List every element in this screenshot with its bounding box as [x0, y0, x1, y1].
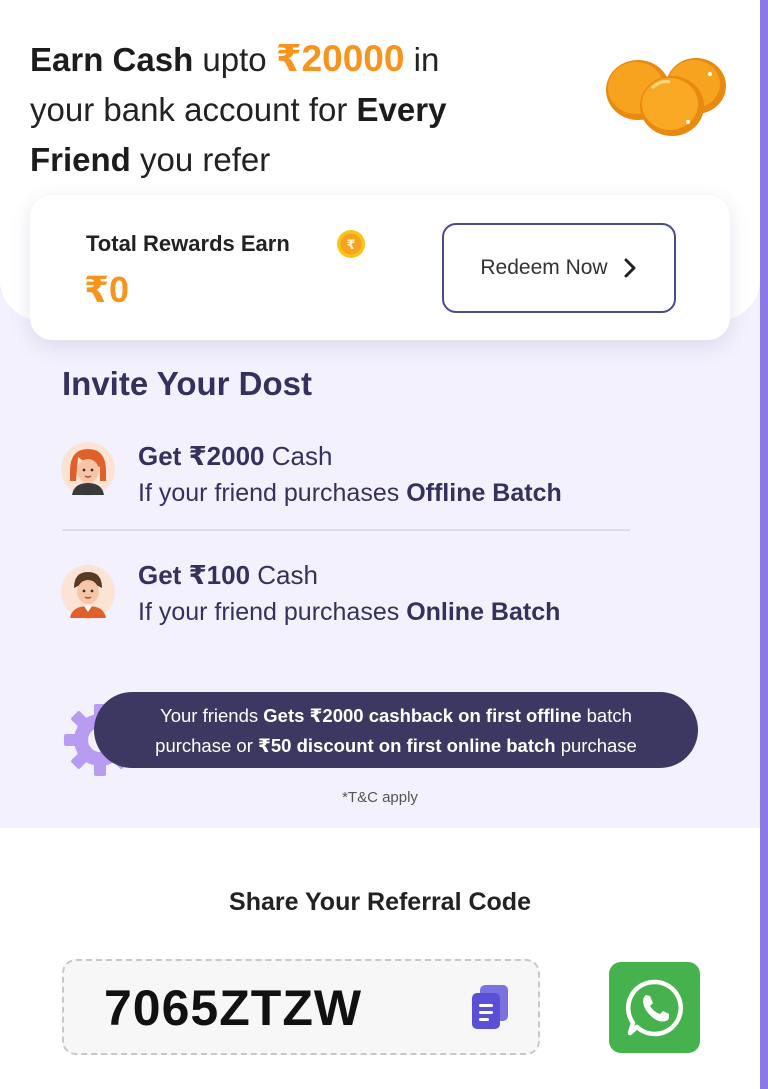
- promo-banner: Your friends Gets ₹2000 cashback on firs…: [94, 692, 698, 768]
- scrollbar[interactable]: [760, 0, 768, 1089]
- rewards-title: Total Rewards Earn: [86, 231, 290, 256]
- whatsapp-share-button[interactable]: [609, 962, 700, 1053]
- referral-code-box[interactable]: 7065ZTZW: [62, 959, 540, 1055]
- rewards-amount: ₹0: [84, 269, 130, 310]
- referral-code: 7065ZTZW: [104, 980, 363, 1036]
- rupee-coin-icon: ₹: [337, 230, 365, 258]
- benefit-offline-description: If your friend purchases Offline Batch: [138, 479, 562, 507]
- benefit-online-amount: Get ₹100 Cash: [138, 560, 318, 590]
- divider: [62, 529, 630, 531]
- redeem-now-label: Redeem Now: [480, 256, 608, 279]
- girl-avatar-icon: [61, 442, 115, 496]
- chevron-right-icon: [624, 258, 636, 278]
- tnc-text[interactable]: *T&C apply: [0, 789, 760, 806]
- benefit-online-description: If your friend purchases Online Batch: [138, 598, 561, 626]
- redeem-now-button[interactable]: Redeem Now: [442, 223, 676, 313]
- hero-headline: Earn Cash upto ₹20000 in your bank accou…: [30, 38, 447, 178]
- gold-coins-icon: [606, 58, 726, 136]
- svg-text:₹: ₹: [346, 238, 355, 253]
- benefit-offline-amount: Get ₹2000 Cash: [138, 441, 333, 471]
- rewards-card: Total Rewards Earn ₹ ₹0 Redeem Now: [30, 195, 730, 340]
- invite-title: Invite Your Dost: [62, 365, 312, 402]
- whatsapp-icon: [625, 979, 683, 1036]
- boy-avatar-icon: [61, 565, 115, 619]
- copy-icon[interactable]: [468, 983, 512, 1031]
- share-title: Share Your Referral Code: [229, 888, 531, 916]
